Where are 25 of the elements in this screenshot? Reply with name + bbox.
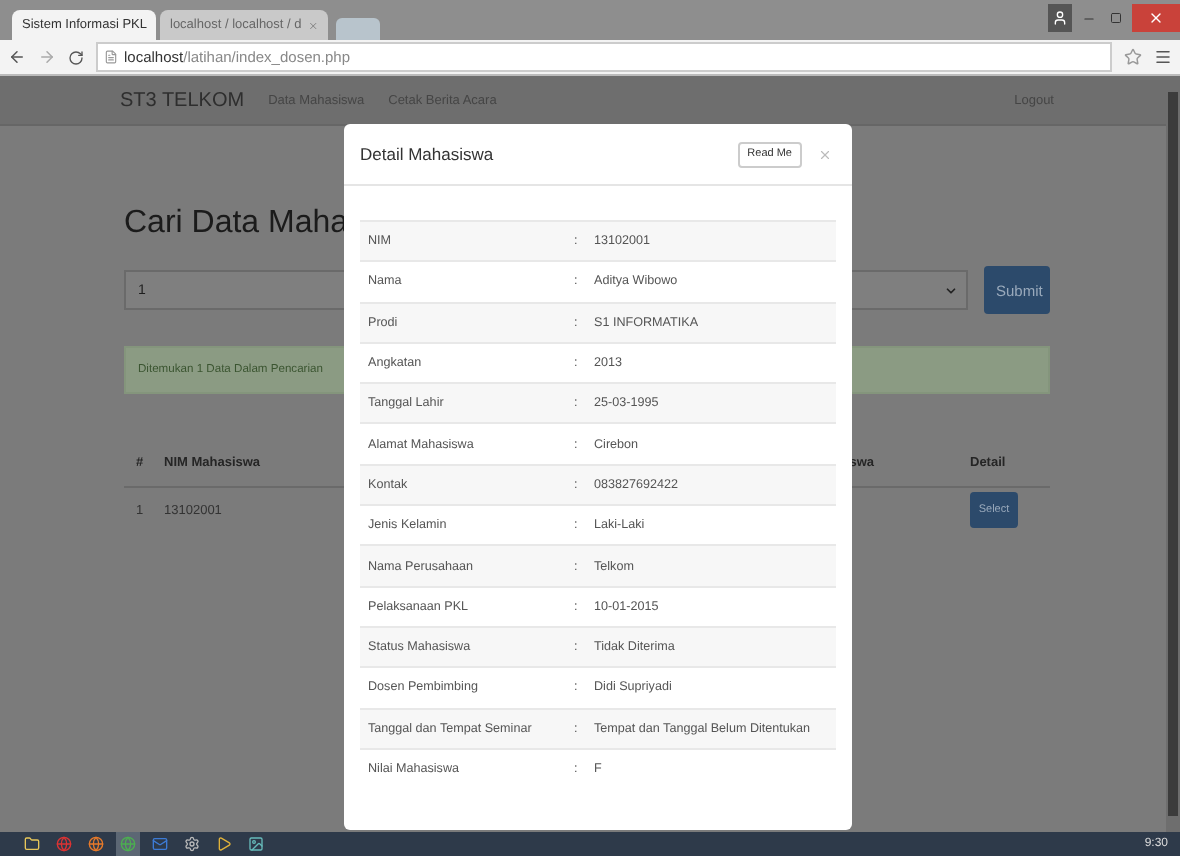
- close-window-button[interactable]: [1132, 4, 1180, 32]
- modal-title: Detail Mahasiswa: [360, 144, 496, 164]
- page-icon: [104, 50, 118, 64]
- reload-icon[interactable]: [68, 49, 84, 65]
- taskbar-app-icon[interactable]: [180, 832, 204, 856]
- taskbar-app-icon[interactable]: [84, 832, 108, 856]
- brand-link[interactable]: ST3 TELKOM: [120, 89, 245, 111]
- caret-icon: [944, 283, 958, 297]
- user-button[interactable]: [1048, 4, 1072, 32]
- app-icon: [248, 836, 264, 852]
- app-icon: [184, 836, 200, 852]
- menu-icon[interactable]: [1154, 48, 1172, 66]
- app-icon: [88, 836, 104, 852]
- maximize-icon: [1110, 12, 1122, 24]
- star-icon[interactable]: [1124, 48, 1142, 66]
- app-icon: [152, 836, 168, 852]
- back-icon[interactable]: [8, 48, 26, 66]
- app-icon: [56, 836, 72, 852]
- app-icon: [216, 836, 232, 852]
- taskbar-app-icon[interactable]: [244, 832, 268, 856]
- close-icon: [1148, 10, 1164, 26]
- app-icon: [120, 836, 136, 852]
- user-icon: [1052, 10, 1068, 26]
- taskbar-app-icon[interactable]: [20, 832, 44, 856]
- app-icon: [24, 836, 40, 852]
